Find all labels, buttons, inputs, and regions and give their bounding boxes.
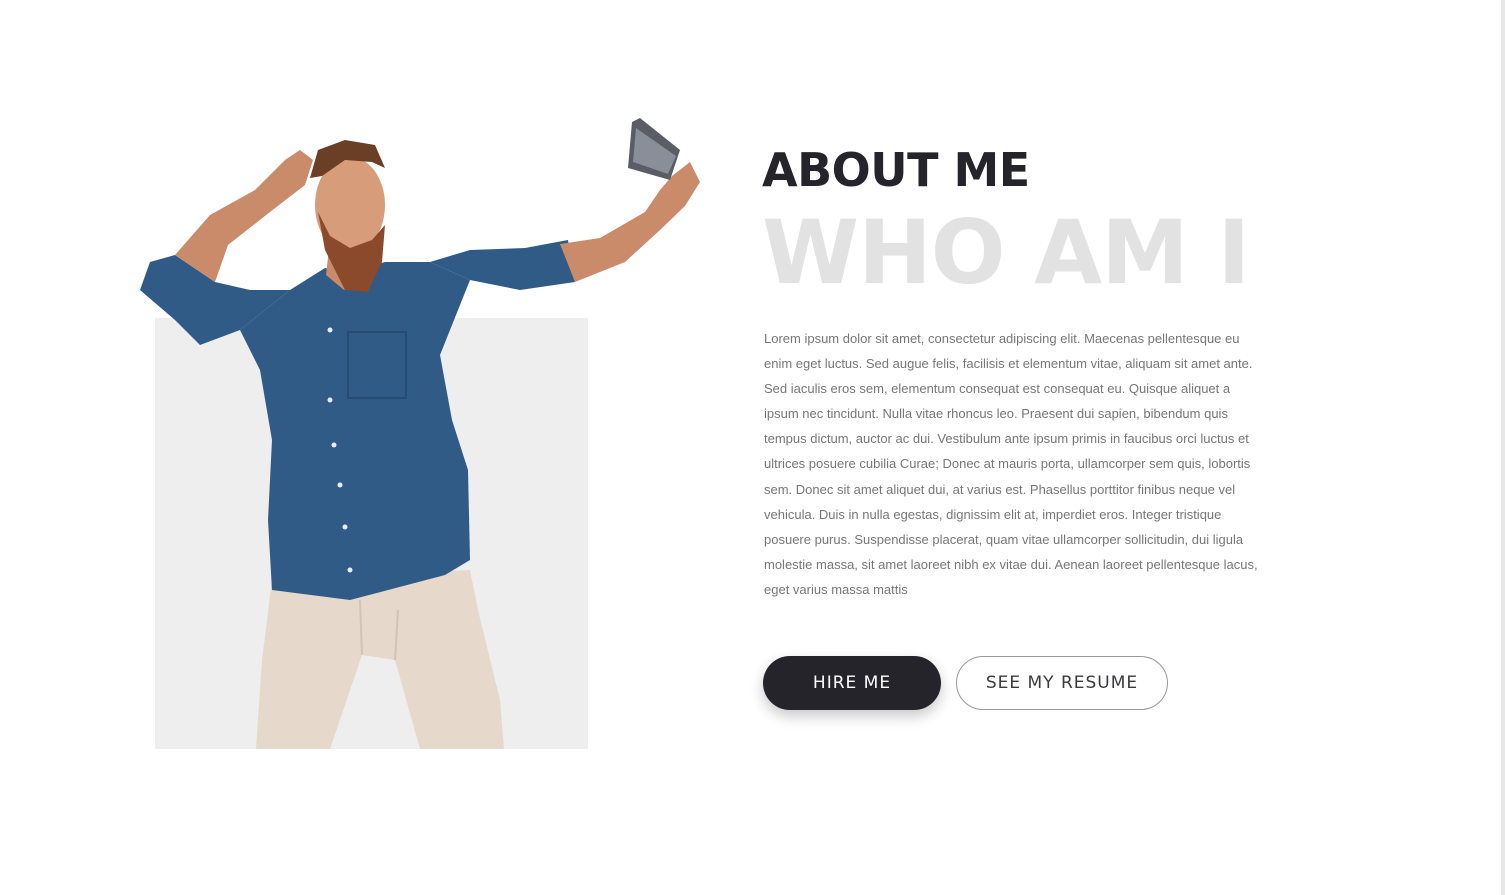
see-resume-label: SEE MY RESUME <box>985 673 1139 693</box>
about-section: ABOUT ME WHO AM I Lorem ipsum dolor sit … <box>0 0 1505 895</box>
pants-shape <box>256 570 504 749</box>
hire-me-button[interactable]: HIRE ME <box>763 656 941 710</box>
see-resume-button[interactable]: SEE MY RESUME <box>956 656 1168 710</box>
hire-me-label: HIRE ME <box>812 673 892 693</box>
profile-photo <box>140 118 700 749</box>
about-heading: ABOUT ME <box>762 143 1030 197</box>
bio-paragraph: Lorem ipsum dolor sit amet, consectetur … <box>764 331 1258 597</box>
who-am-i-heading: WHO AM I <box>762 201 1250 304</box>
shirt-shape <box>240 262 470 600</box>
page-scroll-edge <box>1501 0 1505 895</box>
